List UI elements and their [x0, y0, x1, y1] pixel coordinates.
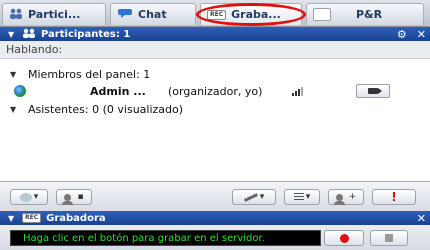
- tab-participants[interactable]: Partici...: [2, 3, 106, 25]
- record-icon: [339, 233, 349, 243]
- panelists-label: Miembros del panel: 1: [28, 67, 151, 81]
- panelists-group[interactable]: ▼ Miembros del panel: 1: [0, 65, 430, 83]
- recorder-panel-title: Grabadora: [46, 212, 106, 224]
- participants-header-icon: [22, 28, 36, 41]
- record-status-display: Haga clic en el botón para grabar en el …: [10, 230, 321, 246]
- dropdown-arrow-icon: ▾: [259, 192, 265, 202]
- panel-tab-bar: Partici... Chat REC Graba... P&R: [0, 0, 430, 27]
- chat-icon: [117, 8, 133, 22]
- expand-triangle-icon[interactable]: ▼: [10, 105, 28, 114]
- tab-qa[interactable]: P&R: [306, 3, 424, 25]
- pencil-icon: [243, 192, 258, 202]
- list-options-button[interactable]: ▾: [284, 189, 320, 205]
- tab-chat[interactable]: Chat: [110, 3, 196, 25]
- stop-button[interactable]: [370, 230, 408, 246]
- tab-chat-label: Chat: [138, 8, 167, 21]
- dropdown-arrow-icon: ▾: [305, 192, 311, 202]
- plus-icon: +: [348, 192, 357, 202]
- recorder-panel-header[interactable]: ▼ REC Grabadora ✕: [0, 211, 430, 225]
- collapse-arrow-icon[interactable]: ▼: [8, 214, 22, 223]
- annotate-dropdown-button[interactable]: ▾: [232, 189, 276, 205]
- tab-qa-label: P&R: [356, 8, 383, 21]
- audio-signal-icon: [292, 87, 304, 96]
- camera-icon: [368, 88, 382, 94]
- participants-icon: [9, 8, 23, 22]
- status-globe-icon: [14, 85, 26, 97]
- rec-icon: REC: [207, 9, 227, 20]
- dropdown-arrow-icon: ▾: [33, 192, 39, 202]
- recorder-controls: Haga clic en el botón para grabar en el …: [0, 225, 430, 250]
- close-icon[interactable]: ✕: [417, 212, 426, 225]
- list-icon: [293, 193, 304, 201]
- tab-recorder[interactable]: REC Graba...: [200, 3, 302, 25]
- participants-toolbar: ▾ ▪ ▾ ▾ + !: [0, 181, 430, 212]
- globe-icon: [19, 192, 32, 202]
- record-button[interactable]: [324, 230, 364, 246]
- participant-name: Admin ...: [90, 84, 146, 98]
- stop-icon: [385, 234, 393, 242]
- add-user-button[interactable]: +: [328, 189, 364, 205]
- video-camera-button[interactable]: [356, 84, 390, 98]
- participants-panel-title: Participantes: 1: [41, 28, 131, 40]
- attendees-group[interactable]: ▼ Asistentes: 0 (0 visualizado): [0, 100, 430, 118]
- participant-role: (organizador, yo): [168, 84, 263, 98]
- expand-triangle-icon[interactable]: ▼: [10, 70, 28, 79]
- close-icon[interactable]: ✕: [417, 28, 426, 41]
- audio-dropdown-button[interactable]: ▪: [56, 189, 92, 205]
- status-dropdown-button[interactable]: ▾: [10, 189, 48, 205]
- alert-button[interactable]: !: [372, 189, 416, 205]
- collapse-arrow-icon[interactable]: ▼: [8, 30, 22, 39]
- exclamation-icon: !: [391, 190, 397, 204]
- participant-row[interactable]: Admin ... (organizador, yo): [0, 82, 430, 100]
- dropdown-arrow-icon: ▪: [77, 192, 84, 202]
- rec-icon: REC: [22, 213, 42, 223]
- person-icon: [62, 193, 74, 205]
- tab-participants-label: Partici...: [28, 8, 81, 21]
- add-person-icon: [333, 193, 345, 205]
- qa-icon: [313, 8, 331, 21]
- attendees-label: Asistentes: 0 (0 visualizado): [28, 102, 184, 116]
- participants-panel-header[interactable]: ▼ Participantes: 1 ⚙ ✕: [0, 27, 430, 41]
- tab-recorder-label: Graba...: [231, 8, 281, 21]
- participants-list: Hablando: ▼ Miembros del panel: 1 Admin …: [0, 41, 430, 181]
- settings-icon[interactable]: ⚙: [397, 28, 407, 41]
- speaking-row: Hablando:: [0, 41, 430, 59]
